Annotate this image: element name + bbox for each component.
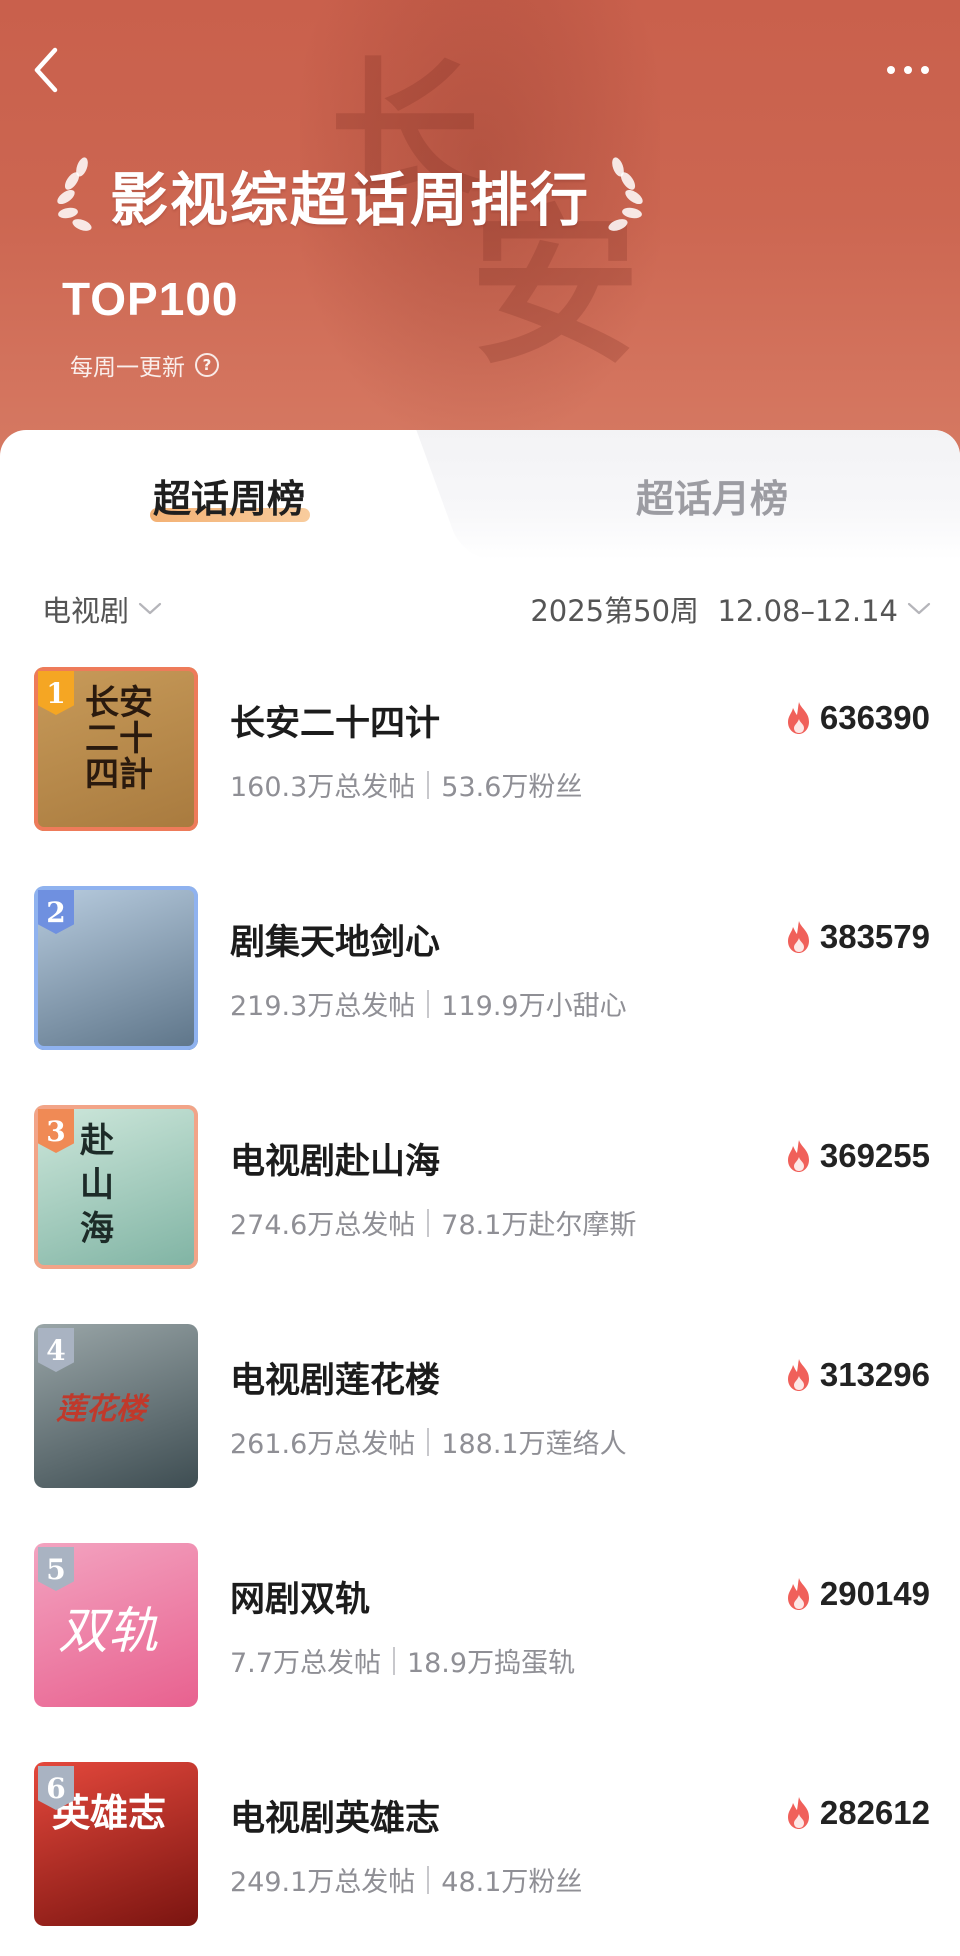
ranking-card: 超话周榜 超话月榜 电视剧 2025第50周 12.08–12.14 长安二十四…: [0, 430, 960, 1956]
fan-count: 78.1万赴尔摩斯: [441, 1210, 637, 1241]
show-name: 剧集天地剑心: [230, 923, 441, 963]
post-count: 219.3万总发帖: [230, 991, 416, 1022]
stats-divider: [427, 770, 430, 799]
show-poster-thumbnail: 长安二十四計 1: [34, 667, 198, 831]
ranking-list-item[interactable]: 赴山海 3 电视剧赴山海 274.6万总发帖 78.1万赴尔摩斯 369255: [0, 1105, 960, 1324]
show-stats: 160.3万总发帖 53.6万粉丝: [230, 765, 582, 804]
stats-divider: [392, 1646, 395, 1675]
update-note: 每周一更新: [70, 355, 185, 381]
tab-weekly-label: 超话周榜: [153, 477, 306, 521]
fire-icon: [787, 1578, 809, 1610]
show-stats: 219.3万总发帖 119.9万小甜心: [230, 984, 627, 1023]
fan-count: 48.1万粉丝: [441, 1867, 583, 1898]
poster-title-art: 赴山海: [80, 1121, 114, 1249]
laurel-left-icon: [57, 157, 92, 231]
post-count: 249.1万总发帖: [230, 1867, 416, 1898]
show-name: 电视剧莲花楼: [230, 1361, 441, 1401]
show-name: 电视剧赴山海: [230, 1142, 441, 1182]
back-button[interactable]: [24, 42, 68, 98]
show-poster-thumbnail: 莲花楼 4: [34, 1324, 198, 1488]
chevron-down-icon: [138, 602, 162, 615]
chevron-left-icon: [34, 47, 58, 93]
heat-score: 282612: [784, 1794, 930, 1832]
heat-value: 636390: [819, 699, 930, 736]
show-stats: 249.1万总发帖 48.1万粉丝: [230, 1860, 582, 1899]
tab-monthly[interactable]: 超话月榜: [636, 468, 788, 523]
heat-score: 383579: [784, 918, 930, 956]
poster-title-art: 长安二十四計: [85, 683, 153, 795]
ranking-list-item[interactable]: 双轨 5 网剧双轨 7.7万总发帖 18.9万捣蛋轨 290149: [0, 1543, 960, 1762]
category-dropdown-label: 电视剧: [42, 594, 130, 628]
heat-value: 313296: [819, 1356, 930, 1393]
show-name: 长安二十四计: [230, 704, 441, 744]
show-poster-thumbnail: 英雄志 6: [34, 1762, 198, 1926]
heat-value: 282612: [819, 1794, 930, 1831]
filter-row: 电视剧 2025第50周 12.08–12.14: [0, 580, 960, 640]
show-name: 电视剧英雄志: [230, 1799, 441, 1839]
fire-icon: [787, 702, 809, 734]
heat-score: 313296: [784, 1356, 930, 1394]
more-dot-icon: [887, 66, 895, 74]
stats-divider: [427, 1208, 430, 1237]
ranking-subtitle: TOP100: [62, 273, 239, 325]
heat-value: 290149: [819, 1575, 930, 1612]
fan-count: 188.1万莲络人: [441, 1429, 627, 1460]
show-stats: 7.7万总发帖 18.9万捣蛋轨: [230, 1641, 575, 1680]
header-banner: 长 安 影视综超话周排行 TOP100 每周一更新 ?: [0, 0, 960, 470]
page-title: 影视综超话周排行: [110, 166, 591, 234]
period-dropdown[interactable]: 2025第50周 12.08–12.14: [530, 588, 932, 630]
fire-icon: [787, 1359, 809, 1391]
tab-monthly-label: 超话月榜: [636, 477, 789, 521]
ranking-list-item[interactable]: 莲花楼 4 电视剧莲花楼 261.6万总发帖 188.1万莲络人 313296: [0, 1324, 960, 1543]
post-count: 7.7万总发帖: [230, 1648, 381, 1679]
fan-count: 53.6万粉丝: [441, 772, 583, 803]
update-note-row: 每周一更新 ?: [70, 348, 219, 382]
heat-value: 369255: [819, 1137, 930, 1174]
heat-value: 383579: [819, 918, 930, 955]
post-count: 160.3万总发帖: [230, 772, 416, 803]
heat-score: 369255: [784, 1137, 930, 1175]
ranking-list: 长安二十四計 1 长安二十四计 160.3万总发帖 53.6万粉丝 636390…: [0, 667, 960, 1956]
ranking-list-item[interactable]: 英雄志 6 电视剧英雄志 249.1万总发帖 48.1万粉丝 282612: [0, 1762, 960, 1956]
show-stats: 261.6万总发帖 188.1万莲络人: [230, 1422, 627, 1461]
tab-weekly[interactable]: 超话周榜: [153, 468, 305, 523]
tab-bar: 超话周榜 超话月榜: [0, 430, 960, 560]
more-dot-icon: [921, 66, 929, 74]
fan-count: 18.9万捣蛋轨: [406, 1648, 576, 1679]
show-stats: 274.6万总发帖 78.1万赴尔摩斯: [230, 1203, 636, 1242]
poster-title-art: 双轨: [58, 1602, 158, 1660]
stats-divider: [427, 1865, 430, 1894]
more-dot-icon: [904, 66, 912, 74]
post-count: 274.6万总发帖: [230, 1210, 416, 1241]
show-poster-thumbnail: 双轨 5: [34, 1543, 198, 1707]
show-name: 网剧双轨: [230, 1580, 371, 1620]
help-icon[interactable]: ?: [195, 353, 219, 377]
stats-divider: [427, 1427, 430, 1456]
more-options-button[interactable]: [880, 50, 936, 90]
fire-icon: [787, 1797, 809, 1829]
fan-count: 119.9万小甜心: [441, 991, 627, 1022]
poster-title-art: 莲花楼: [56, 1392, 146, 1427]
post-count: 261.6万总发帖: [230, 1429, 416, 1460]
ranking-list-item[interactable]: 2 剧集天地剑心 219.3万总发帖 119.9万小甜心 383579: [0, 886, 960, 1105]
laurel-right-icon: [608, 157, 643, 231]
stats-divider: [427, 989, 430, 1018]
period-dropdown-label: 2025第50周 12.08–12.14: [530, 594, 898, 628]
heat-score: 290149: [784, 1575, 930, 1613]
ranking-list-item[interactable]: 长安二十四計 1 长安二十四计 160.3万总发帖 53.6万粉丝 636390: [0, 667, 960, 886]
fire-icon: [787, 921, 809, 953]
fire-icon: [787, 1140, 809, 1172]
chevron-down-icon: [907, 602, 931, 615]
page-title-row: 影视综超话周排行: [52, 150, 752, 240]
heat-score: 636390: [784, 699, 930, 737]
show-poster-thumbnail: 赴山海 3: [34, 1105, 198, 1269]
category-dropdown[interactable]: 电视剧: [42, 588, 163, 630]
show-poster-thumbnail: 2: [34, 886, 198, 1050]
